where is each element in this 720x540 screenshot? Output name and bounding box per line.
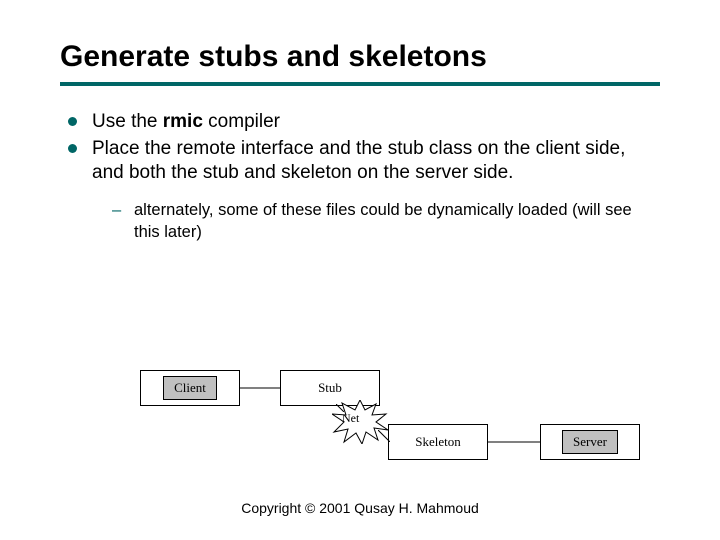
title-rule: [60, 82, 660, 86]
box-server: Server: [540, 424, 640, 460]
copyright-footer: Copyright © 2001 Qusay H. Mahmoud: [0, 500, 720, 516]
sub-bullet-1: alternately, some of these files could b…: [112, 200, 660, 243]
slide-title: Generate stubs and skeletons: [60, 40, 660, 74]
line-stub-net: [336, 404, 344, 412]
bullet-1: Use the rmic compiler: [64, 110, 660, 135]
label-stub: Stub: [318, 380, 342, 396]
box-skeleton: Skeleton: [388, 424, 488, 460]
bullet-2-text: Place the remote interface and the stub …: [92, 138, 625, 184]
line-net-skeleton: [378, 430, 390, 442]
sub-bullet-list: alternately, some of these files could b…: [92, 200, 660, 243]
bullet-1-post: compiler: [203, 111, 280, 132]
label-skeleton: Skeleton: [415, 434, 461, 450]
bullet-2: Place the remote interface and the stub …: [64, 137, 660, 243]
box-client: Client: [140, 370, 240, 406]
bullet-1-pre: Use the: [92, 111, 163, 132]
slide: Generate stubs and skeletons Use the rmi…: [0, 0, 720, 540]
label-server: Server: [562, 430, 618, 454]
line-skeleton-server: [488, 440, 540, 444]
bullet-list: Use the rmic compiler Place the remote i…: [60, 110, 660, 243]
label-client: Client: [163, 376, 217, 400]
bullet-1-bold: rmic: [163, 111, 203, 132]
rmi-diagram: Client Stub Skeleton Server Net: [140, 352, 600, 472]
line-client-stub: [240, 386, 280, 390]
